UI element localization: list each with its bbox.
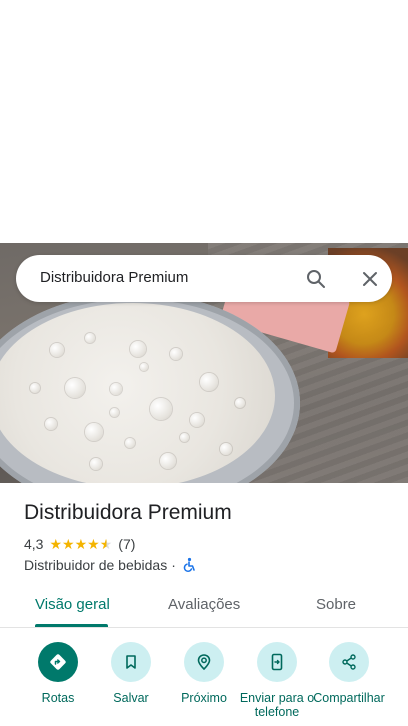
milk-bubble [125, 438, 135, 448]
milk-bubble [235, 398, 245, 408]
directions-label: Rotas [41, 691, 75, 705]
rating-row[interactable]: 4,3 ★ ★ ★ ★ ★ (7) [24, 536, 135, 552]
milk-bubble [170, 348, 182, 360]
save-circle[interactable] [111, 642, 151, 682]
rating-value: 4,3 [24, 536, 44, 552]
share-button[interactable]: Compartilhar [309, 642, 389, 705]
share-circle[interactable] [329, 642, 369, 682]
tab-about[interactable]: Sobre [316, 596, 356, 613]
place-title: Distribuidora Premium [24, 501, 232, 524]
search-input[interactable]: Distribuidora Premium [40, 269, 188, 286]
half-star-icon: ★ [99, 536, 113, 552]
tab-overview[interactable]: Visão geral [35, 596, 110, 613]
milk-bubble [180, 433, 189, 442]
milk-bubble [190, 413, 204, 427]
star-rating: ★ ★ ★ ★ ★ [49, 537, 112, 551]
milk-bubble [50, 343, 64, 357]
category-row: Distribuidor de bebidas · [24, 557, 197, 573]
close-icon[interactable] [358, 267, 382, 291]
milk-surface [0, 303, 275, 483]
nearby-label: Próximo [181, 691, 227, 705]
milk-bubble [65, 378, 85, 398]
star-icon: ★ [49, 536, 63, 552]
review-count: (7) [118, 536, 136, 552]
search-icon[interactable] [304, 267, 328, 291]
milk-bubble [140, 363, 148, 371]
nearby-button[interactable]: Próximo [164, 642, 244, 705]
nearby-circle[interactable] [184, 642, 224, 682]
save-button[interactable]: Salvar [91, 642, 171, 705]
milk-bubble [85, 333, 95, 343]
send-to-phone-label: Enviar para o telefone [239, 691, 315, 719]
milk-bubble [110, 408, 119, 417]
send-to-phone-circle[interactable] [257, 642, 297, 682]
search-bar[interactable]: Distribuidora Premium [16, 255, 392, 302]
star-icon: ★ [62, 536, 75, 552]
map-area[interactable] [0, 0, 408, 243]
action-bar: Rotas Salvar Próximo Enviar para o telef… [0, 640, 408, 726]
milk-bubble [30, 383, 40, 393]
nearby-icon [197, 654, 211, 671]
send-to-phone-icon [271, 653, 283, 671]
milk-bubble [110, 383, 122, 395]
share-icon [342, 654, 356, 670]
milk-bubble [200, 373, 218, 391]
star-icon: ★ [87, 536, 100, 552]
milk-bubble [150, 398, 172, 420]
milk-bubble [90, 458, 102, 470]
save-label: Salvar [113, 691, 149, 705]
tab-bar: Visão geral Avaliações Sobre [0, 584, 408, 628]
directions-button[interactable]: Rotas [18, 642, 98, 705]
share-label: Compartilhar [313, 691, 385, 705]
milk-bubble [130, 341, 146, 357]
milk-bubble [45, 418, 57, 430]
milk-bubble [220, 443, 232, 455]
place-category: Distribuidor de bebidas [24, 557, 168, 573]
directions-icon [50, 654, 66, 670]
bookmark-icon [126, 655, 136, 669]
milk-bubble [160, 453, 176, 469]
star-icon: ★ [74, 536, 88, 552]
separator: · [171, 557, 176, 573]
wheelchair-accessible-icon [183, 557, 195, 572]
send-to-phone-button[interactable]: Enviar para o telefone [237, 642, 317, 719]
directions-circle[interactable] [38, 642, 78, 682]
active-tab-indicator [35, 624, 108, 627]
tab-reviews[interactable]: Avaliações [168, 596, 240, 613]
milk-bubble [85, 423, 103, 441]
